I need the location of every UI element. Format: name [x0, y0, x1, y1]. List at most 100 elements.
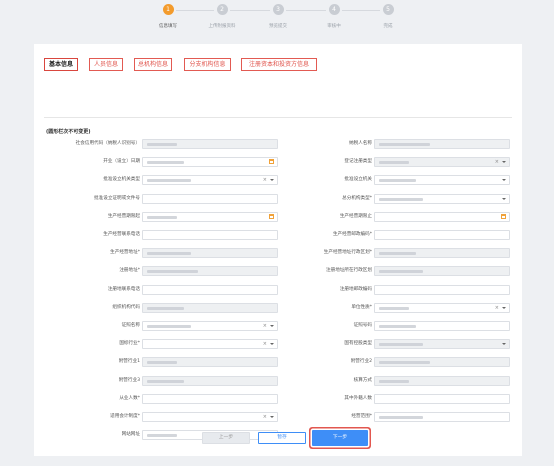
text-field[interactable]: [374, 284, 510, 295]
field-label: 生产经营地址行政区划*: [323, 250, 372, 256]
field-label: 证照名称: [121, 323, 140, 328]
field-label: 开业（设立）日期: [103, 159, 140, 165]
field-label: 单位性质*: [351, 304, 372, 310]
field-value: [379, 161, 409, 165]
calendar-icon[interactable]: [501, 213, 506, 219]
form-row: 开业（设立）日期 登记注册类型 ×: [34, 156, 522, 168]
prev-step-button[interactable]: 上一步: [202, 432, 250, 444]
text-field[interactable]: [374, 230, 510, 240]
field-value: [379, 325, 416, 328]
field-label: 国标行业*: [119, 341, 140, 347]
clear-icon[interactable]: ×: [263, 176, 267, 184]
field-label: 附营行业3: [118, 377, 140, 383]
tab-3[interactable]: 分支机构信息: [184, 58, 231, 71]
step-number: 2: [216, 4, 228, 15]
tab-2[interactable]: 总机构信息: [134, 58, 172, 71]
field-label: 注册地联系电话: [107, 286, 140, 292]
text-field: [142, 248, 278, 259]
field-label: 网站网址: [121, 432, 140, 438]
text-field: [142, 266, 278, 277]
calendar-icon[interactable]: [269, 213, 274, 219]
field-label: 总分机构类型*: [342, 195, 372, 201]
form-row: 批准设立机关类型 × 批准设立机关: [34, 174, 522, 186]
text-field[interactable]: [142, 193, 278, 204]
field-value: [147, 306, 184, 310]
form-row: 国标行业* × 国有控股类型: [34, 338, 522, 350]
select-field[interactable]: ×: [142, 339, 278, 350]
clear-icon[interactable]: ×: [495, 304, 499, 312]
clear-icon[interactable]: ×: [263, 413, 267, 421]
field-label: 经营范围*: [351, 414, 372, 419]
form-card: 基本信息 人员信息 总机构信息 分支机构信息 注册资本和投资方信息 (圆形栏次不可变更)…: [34, 44, 522, 456]
tab-1[interactable]: 人员信息: [89, 58, 123, 71]
field-value: [379, 197, 423, 201]
calendar-icon[interactable]: [269, 159, 274, 165]
field-value: [147, 379, 184, 383]
date-field[interactable]: [142, 211, 278, 222]
field-label: 注册地址*: [119, 268, 140, 274]
step-number: 3: [272, 4, 284, 15]
form-row: 生产经营地址* 生产经营地址行政区划*: [34, 247, 522, 259]
select-field[interactable]: [374, 193, 510, 204]
chevron-down-icon[interactable]: [270, 343, 274, 346]
chevron-down-icon[interactable]: [270, 325, 274, 327]
select-field: [374, 339, 510, 350]
form-row: 社会信用代码（纳税人识别号） 纳税人名称: [34, 138, 522, 150]
field-value: [379, 270, 423, 274]
select-field[interactable]: ×: [142, 412, 278, 422]
text-field: [374, 357, 510, 368]
chevron-down-icon[interactable]: [502, 161, 506, 164]
stepper: 1 信息填写 2 上传附报资料 3 预览提交 4 审核中 5 完成: [0, 0, 554, 42]
select-field[interactable]: ×: [142, 175, 278, 186]
chevron-down-icon[interactable]: [502, 197, 506, 200]
text-field: [374, 139, 510, 149]
text-field[interactable]: [142, 230, 278, 240]
clear-icon[interactable]: ×: [263, 322, 267, 330]
chevron-down-icon[interactable]: [270, 416, 274, 418]
field-value: [147, 325, 191, 328]
tab-0[interactable]: 基本信息: [44, 58, 78, 71]
select-field[interactable]: ×: [142, 321, 278, 331]
date-field[interactable]: [374, 211, 510, 222]
field-label: 社会信用代码（纳税人识别号）: [75, 141, 140, 146]
date-field[interactable]: [142, 157, 278, 168]
save-draft-button[interactable]: 暂存: [258, 432, 306, 444]
select-field[interactable]: [374, 175, 510, 186]
text-field: [374, 375, 510, 386]
field-label: 证照号码: [353, 323, 372, 328]
text-field[interactable]: [142, 393, 278, 404]
field-label: 附营行业1: [118, 359, 140, 365]
form-row: 批准设立证明或文件号 总分机构类型*: [34, 193, 522, 205]
tab-4[interactable]: 注册资本和投资方信息: [241, 58, 317, 71]
chevron-down-icon[interactable]: [270, 179, 274, 182]
field-label: 生产经营邮政编码*: [332, 232, 372, 237]
field-label: 登记注册类型: [344, 159, 372, 165]
field-value: [379, 343, 423, 347]
select-field[interactable]: ×: [374, 302, 510, 313]
chevron-down-icon[interactable]: [502, 306, 506, 309]
clear-icon[interactable]: ×: [495, 158, 499, 166]
form-row: 注册地联系电话 注册地邮政编码: [34, 284, 522, 296]
text-field: [142, 375, 278, 386]
field-value: [147, 361, 177, 365]
field-label: 生产经营联系电话: [103, 232, 140, 237]
field-label: 注册地址所在行政区划: [326, 268, 372, 274]
text-field[interactable]: [374, 393, 510, 404]
field-label: 核算方式: [353, 377, 372, 383]
text-field[interactable]: [374, 321, 510, 331]
text-field: [142, 139, 278, 149]
field-value: [147, 161, 184, 165]
chevron-down-icon[interactable]: [502, 343, 506, 346]
form-row: 附营行业1 附营行业2: [34, 356, 522, 368]
field-value: [147, 215, 177, 219]
field-value: [379, 252, 416, 256]
text-field[interactable]: [374, 412, 510, 422]
step-label: 完成: [383, 24, 393, 29]
chevron-down-icon[interactable]: [502, 179, 506, 182]
clear-icon[interactable]: ×: [263, 340, 267, 348]
text-field[interactable]: [142, 284, 278, 295]
field-label: 生产经营期限止: [339, 213, 372, 219]
form-row: 证照名称 × 证照号码: [34, 320, 522, 332]
next-step-button[interactable]: 下一步: [312, 430, 368, 446]
form-row: 从业人数* 其中外籍人数: [34, 393, 522, 405]
